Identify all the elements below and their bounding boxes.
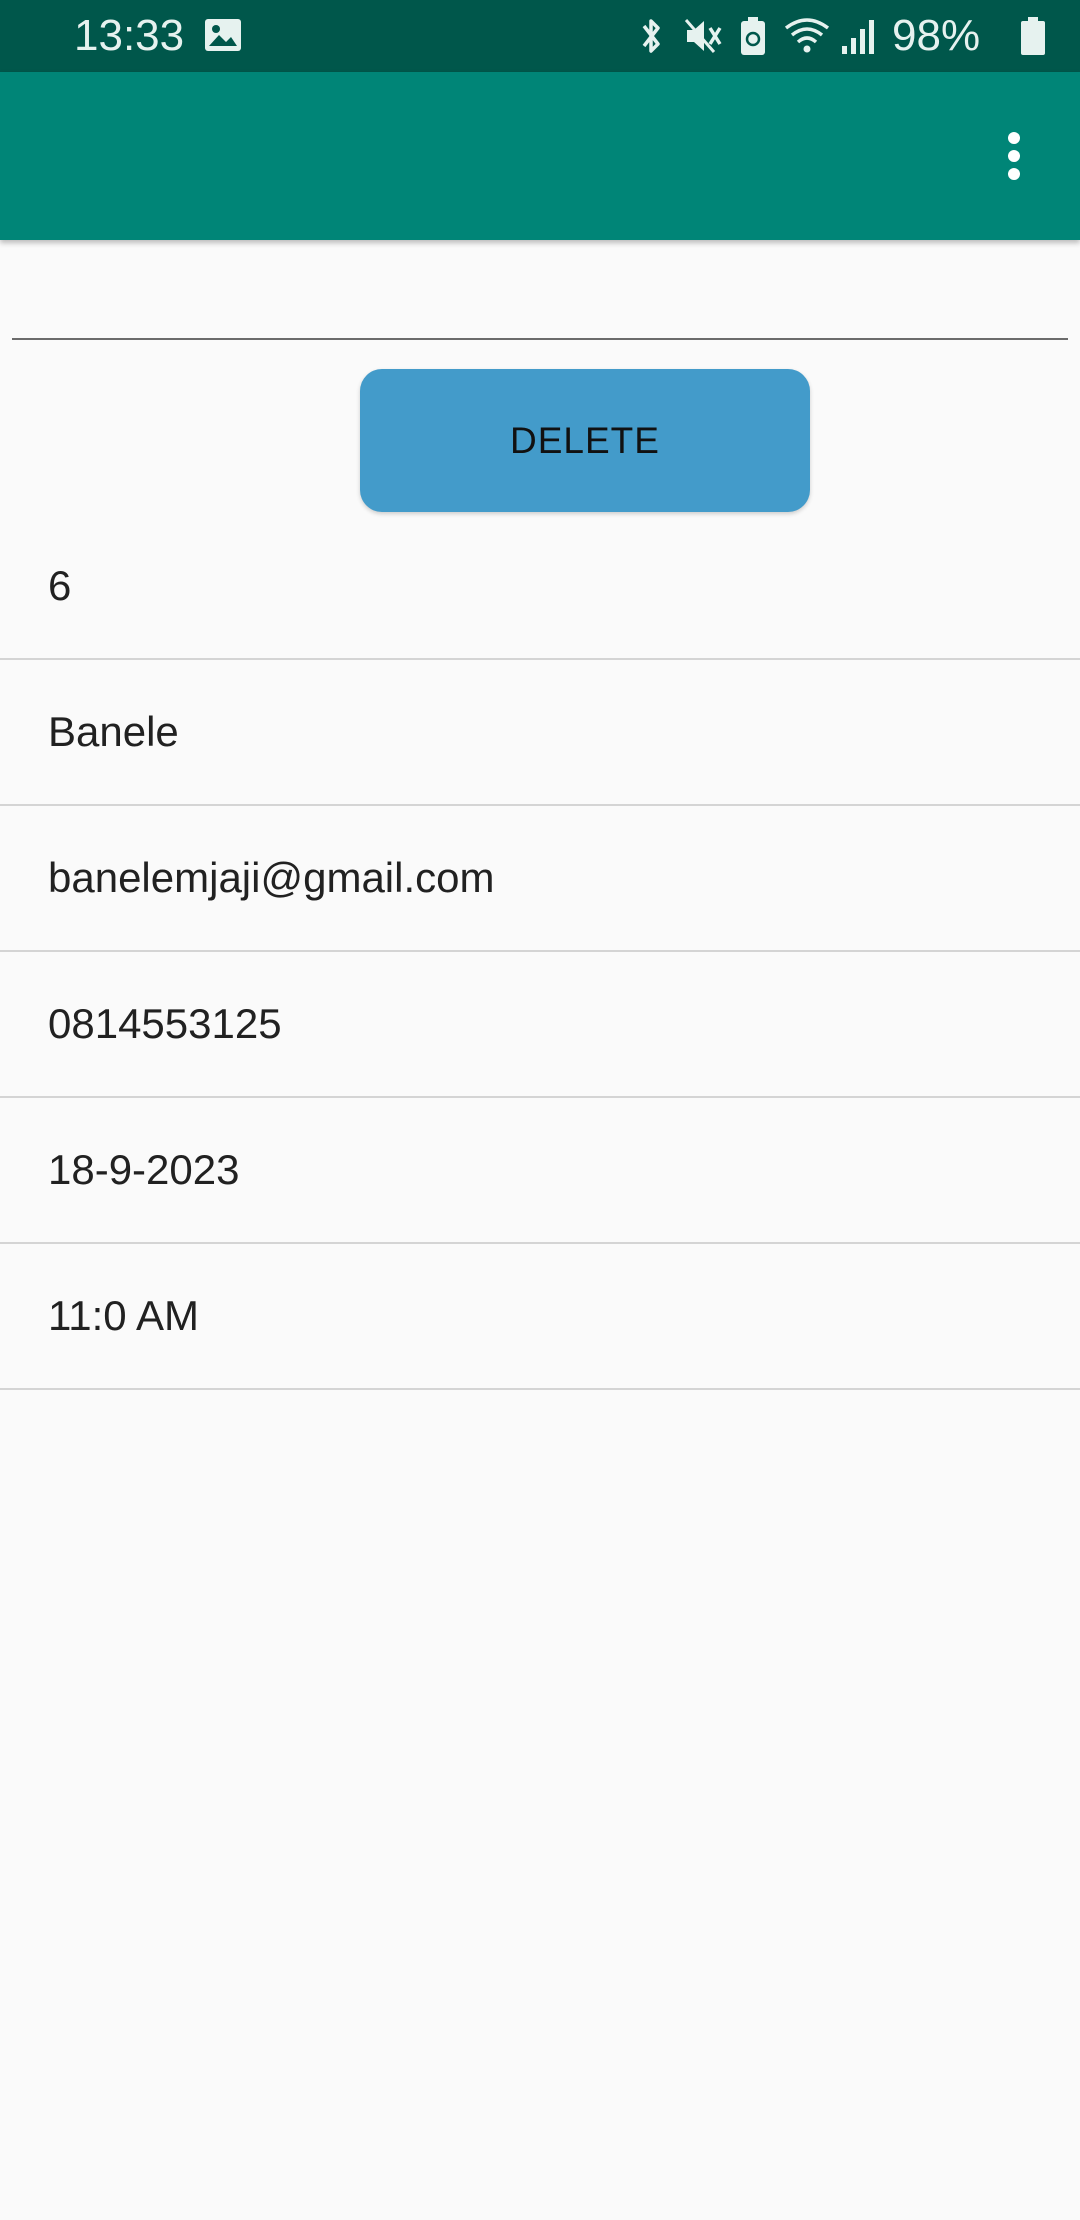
battery-percent: 98% (892, 11, 981, 60)
list-item-text: banelemjaji@gmail.com (48, 854, 495, 901)
battery-icon (1018, 16, 1048, 61)
gallery-icon (204, 18, 242, 57)
signal-icon (840, 16, 878, 61)
list-item-text: Banele (48, 708, 179, 755)
list-item-id[interactable]: 6 (0, 514, 1080, 660)
more-vert-icon[interactable] (984, 114, 1044, 198)
mute-icon (684, 16, 726, 61)
list-item-text: 0814553125 (48, 1000, 282, 1047)
details-list: 6 Banele banelemjaji@gmail.com 081455312… (0, 514, 1080, 1390)
status-time: 13:33 (74, 11, 185, 60)
list-item-time[interactable]: 11:0 AM (0, 1244, 1080, 1390)
list-item-date[interactable]: 18-9-2023 (0, 1098, 1080, 1244)
list-item-text: 11:0 AM (48, 1292, 199, 1339)
list-item-text: 18-9-2023 (48, 1146, 240, 1193)
wifi-icon (782, 16, 832, 61)
list-item-name[interactable]: Banele (0, 660, 1080, 806)
list-item-email[interactable]: banelemjaji@gmail.com (0, 806, 1080, 952)
delete-button[interactable]: DELETE (360, 369, 810, 512)
app-bar (0, 72, 1080, 240)
list-item-phone[interactable]: 0814553125 (0, 952, 1080, 1098)
list-item-text: 6 (48, 562, 72, 609)
battery-saver-icon (738, 16, 768, 61)
bluetooth-icon (636, 16, 666, 61)
status-bar: 13:33 98% (0, 0, 1080, 72)
id-input[interactable] (12, 270, 1068, 340)
